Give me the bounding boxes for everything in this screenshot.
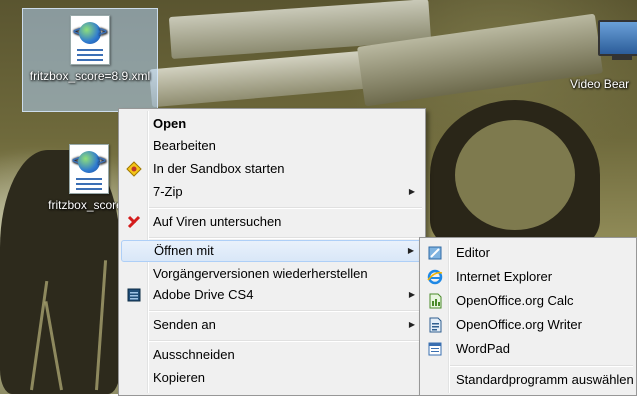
- submenu-arrow-icon: ▶: [408, 320, 415, 329]
- adobe-drive-icon: [127, 288, 141, 302]
- openoffice-writer-icon: [429, 317, 442, 333]
- menu-separator: [450, 365, 633, 367]
- menu-item-label: Vorgängerversionen wiederherstellen: [153, 266, 368, 281]
- video-monitor-icon[interactable]: [598, 20, 637, 56]
- menu-item-label: Standardprogramm auswählen: [456, 372, 634, 387]
- context-menu: Open Bearbeiten In der Sandbox starten 7…: [118, 108, 426, 396]
- openoffice-calc-icon: [429, 293, 442, 309]
- menu-separator: [149, 340, 422, 342]
- monitor-stand: [612, 55, 632, 60]
- submenu-item-openoffice-calc[interactable]: OpenOffice.org Calc: [422, 290, 634, 312]
- menu-item-7zip[interactable]: 7-Zip ▶: [121, 181, 423, 203]
- antivirus-icon: [127, 215, 141, 229]
- menu-item-sandbox[interactable]: In der Sandbox starten: [121, 158, 423, 180]
- menu-item-label: Öffnen mit: [154, 243, 214, 258]
- menu-item-label: OpenOffice.org Calc: [456, 293, 574, 308]
- notepad-icon: [428, 246, 442, 260]
- menu-item-cut[interactable]: Ausschneiden: [121, 344, 423, 366]
- menu-item-send-to[interactable]: Senden an ▶: [121, 314, 423, 336]
- menu-item-open[interactable]: Open: [121, 113, 423, 135]
- menu-item-copy[interactable]: Kopieren: [121, 367, 423, 389]
- menu-item-label: Editor: [456, 245, 490, 260]
- desktop-icon-label-video: Video Bear: [570, 77, 630, 91]
- sandboxie-icon: [126, 161, 142, 177]
- menu-item-label: WordPad: [456, 341, 510, 356]
- menu-item-label: Adobe Drive CS4: [153, 287, 254, 302]
- open-with-submenu: Editor Internet Explorer OpenOffice.org …: [419, 237, 637, 396]
- submenu-item-choose-default[interactable]: Standardprogramm auswählen: [422, 369, 634, 391]
- xml-file-icon: < >: [70, 15, 110, 65]
- desktop-icon-label: fritzbox_score=8.9.xml: [29, 69, 151, 83]
- submenu-item-wordpad[interactable]: WordPad: [422, 338, 634, 360]
- submenu-item-openoffice-writer[interactable]: OpenOffice.org Writer: [422, 314, 634, 336]
- menu-item-bearbeiten[interactable]: Bearbeiten: [121, 135, 423, 157]
- menu-separator: [149, 310, 422, 312]
- menu-item-label: Internet Explorer: [456, 269, 553, 284]
- menu-separator: [149, 207, 422, 209]
- bench-iron-leg: [455, 120, 575, 230]
- submenu-arrow-icon: ▶: [408, 187, 415, 196]
- submenu-item-editor[interactable]: Editor: [422, 242, 634, 264]
- submenu-item-internet-explorer[interactable]: Internet Explorer: [422, 266, 634, 288]
- menu-separator: [149, 237, 422, 239]
- submenu-arrow-icon: ▶: [407, 246, 414, 255]
- menu-item-virus-scan[interactable]: Auf Viren untersuchen: [121, 211, 423, 233]
- menu-item-label: OpenOffice.org Writer: [456, 317, 582, 332]
- menu-item-label: Bearbeiten: [153, 138, 216, 153]
- submenu-arrow-icon: ▶: [408, 290, 415, 299]
- internet-explorer-icon: [427, 269, 443, 285]
- desktop-icon-xml-file[interactable]: < > fritzbox_score=8.9.xml: [22, 8, 158, 112]
- menu-item-previous-versions[interactable]: Vorgängerversionen wiederherstellen: [121, 263, 423, 285]
- wordpad-icon: [428, 342, 442, 356]
- menu-item-label: Open: [153, 116, 187, 131]
- menu-item-label: Senden an: [153, 317, 216, 332]
- menu-item-adobe-drive[interactable]: Adobe Drive CS4 ▶: [121, 284, 423, 306]
- menu-item-label: Auf Viren untersuchen: [153, 214, 282, 229]
- menu-item-label: Ausschneiden: [153, 347, 235, 362]
- menu-item-open-with[interactable]: Öffnen mit ▶: [121, 240, 423, 262]
- menu-item-label: 7-Zip: [153, 184, 183, 199]
- xml-file-icon: < >: [69, 144, 109, 194]
- menu-item-label: In der Sandbox starten: [153, 161, 285, 176]
- menu-item-label: Kopieren: [153, 370, 206, 385]
